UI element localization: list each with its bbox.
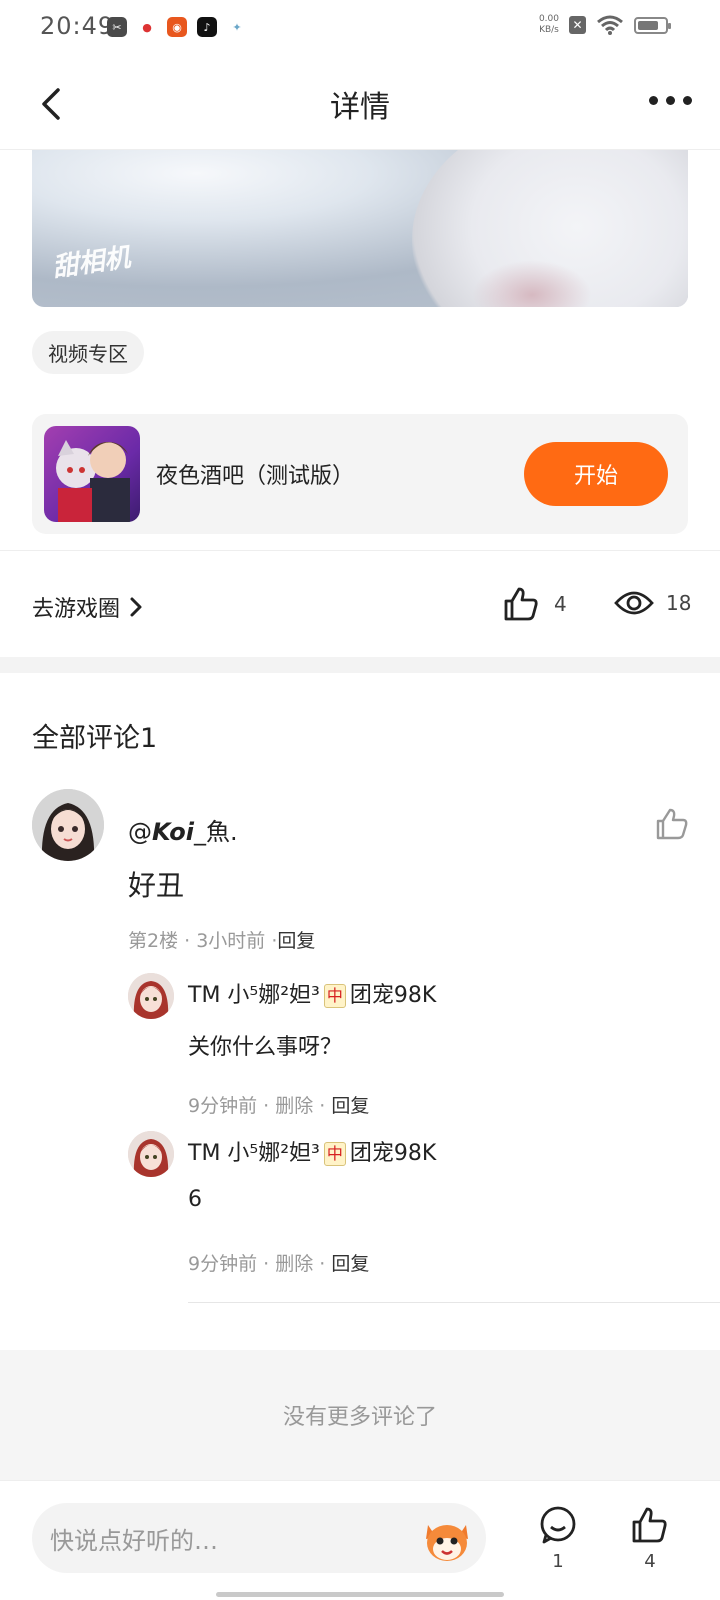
avatar[interactable] [128, 1131, 174, 1177]
page-title: 详情 [330, 90, 390, 125]
avatar-image [128, 1131, 174, 1177]
avatar-image [32, 789, 104, 861]
reply-author-suffix: 团宠98K [349, 983, 437, 1008]
post-video-thumbnail[interactable]: 甜相机 [32, 150, 688, 307]
post-like-button[interactable]: 4 [502, 585, 567, 623]
reply-time: 9分钟前 [188, 1095, 258, 1117]
reply-time: 9分钟前 [188, 1253, 258, 1275]
reply-delete-button[interactable]: 删除 [275, 1095, 313, 1117]
mahjong-badge-icon: 中 [323, 984, 346, 1008]
mahjong-badge-icon: 中 [323, 1142, 346, 1166]
bottom-bar: 快说点好听的… 1 4 [0, 1480, 720, 1600]
chevron-right-icon [130, 597, 142, 617]
status-right: 0.00 KB/s ✕ [539, 14, 671, 36]
home-indicator[interactable] [216, 1592, 504, 1597]
no-more-comments: 没有更多评论了 [0, 1350, 720, 1480]
comment-button[interactable]: 1 [536, 1505, 580, 1572]
bottom-like-button[interactable]: 4 [628, 1505, 672, 1572]
more-options-icon[interactable] [649, 96, 692, 105]
balloon-app-icon: ● [137, 17, 157, 37]
reply-reply-button[interactable]: 回复 [331, 1253, 369, 1275]
comment-text: 好丑 [128, 869, 185, 902]
avatar-image [128, 973, 174, 1019]
comment-author-name: Koi [152, 818, 194, 846]
reply-author-prefix: TM [188, 983, 221, 1008]
top-nav-bar: 详情 [0, 56, 720, 150]
game-title: 夜色酒吧（测试版） [156, 464, 355, 489]
game-card[interactable]: 夜色酒吧（测试版） 开始 [32, 414, 688, 534]
thumbs-up-icon [632, 1507, 667, 1543]
comment-count: 1 [552, 1551, 564, 1572]
reply-author-suffix: 团宠98K [349, 1141, 437, 1166]
reply-meta: 9分钟前 · 删除 · 回复 [188, 1253, 370, 1275]
scissors-app-icon: ✂ [107, 17, 127, 37]
reply-text: 关你什么事呀？ [188, 1035, 343, 1060]
go-to-game-circle-label: 去游戏圈 [32, 597, 121, 622]
view-count: 18 [614, 585, 691, 621]
stats-row: 去游戏圈 4 18 [0, 551, 720, 657]
game-characters-image [56, 440, 130, 522]
comment-like-icon[interactable] [654, 806, 690, 842]
reply-author[interactable]: TM 小⁵娜²妲³ 中团宠98K [188, 977, 436, 1009]
comment-meta: 第2楼 · 3小时前 ·回复 [128, 930, 316, 952]
comment-bubble-icon [540, 1506, 576, 1544]
reply-author[interactable]: TM 小⁵娜²妲³ 中团宠98K [188, 1135, 436, 1167]
sparkle-app-icon: ✦ [227, 17, 247, 37]
emoji-mascot-icon[interactable] [418, 1511, 476, 1569]
game-thumbnail [44, 426, 140, 522]
all-comments-title: 全部评论1 [32, 723, 158, 754]
pumpkin-app-icon: ◉ [167, 17, 187, 37]
comment-time: 3小时前 [196, 930, 266, 952]
battery-icon [634, 16, 671, 34]
status-bar: 20:49 ✂ ● ◉ ♪ ✦ 0.00 KB/s ✕ [0, 0, 720, 56]
wifi-icon [597, 15, 623, 35]
reply-reply-button[interactable]: 回复 [331, 1095, 369, 1117]
reply-author-prefix: TM [188, 1141, 221, 1166]
avatar[interactable] [32, 789, 104, 861]
start-game-button[interactable]: 开始 [524, 442, 668, 506]
network-speed: 0.00 KB/s [539, 14, 559, 36]
comment-author-prefix: @ [128, 818, 152, 846]
eye-icon [614, 591, 654, 615]
network-speed-value: 0.00 [538, 14, 559, 24]
post-like-count: 4 [554, 592, 567, 616]
camera-watermark: 甜相机 [50, 242, 133, 284]
reply-text: 6 [188, 1187, 202, 1212]
reply-author-name: 小⁵娜²妲³ [227, 983, 320, 1008]
no-sim-icon: ✕ [569, 16, 586, 34]
avatar[interactable] [128, 973, 174, 1019]
thumbs-up-icon [504, 587, 538, 621]
reply-delete-button[interactable]: 删除 [275, 1253, 313, 1275]
status-app-icons: ✂ ● ◉ ♪ ✦ [107, 17, 247, 37]
comment-author-suffix: _魚. [194, 818, 238, 846]
tiktok-app-icon: ♪ [197, 17, 217, 37]
comment-reply-button[interactable]: 回复 [277, 930, 315, 952]
comment-author[interactable]: @Koi_魚. [128, 812, 238, 847]
battery-level [638, 20, 658, 30]
status-time: 20:49 [40, 12, 115, 40]
topic-tag[interactable]: 视频专区 [32, 331, 144, 374]
go-to-game-circle-link[interactable]: 去游戏圈 [32, 591, 144, 623]
network-speed-unit: KB/s [539, 25, 559, 35]
reply-author-name: 小⁵娜²妲³ [227, 1141, 320, 1166]
like-count: 4 [644, 1551, 656, 1572]
divider [188, 1302, 720, 1303]
reply-meta: 9分钟前 · 删除 · 回复 [188, 1095, 370, 1117]
view-count-value: 18 [666, 591, 692, 615]
section-divider [0, 657, 720, 673]
comment-floor: 第2楼 [128, 930, 179, 952]
